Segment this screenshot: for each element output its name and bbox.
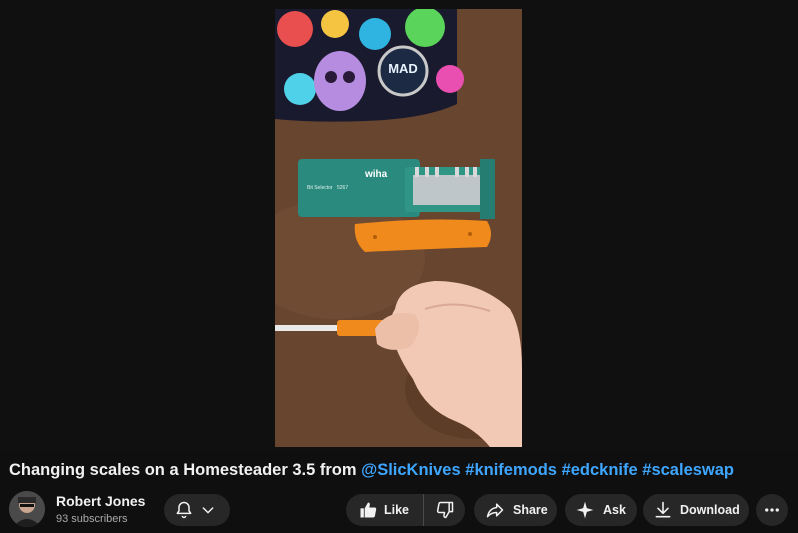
sticker-text: MAD [388, 61, 418, 76]
download-label: Download [680, 503, 740, 517]
share-arrow-icon [486, 503, 504, 518]
like-label: Like [384, 503, 410, 517]
dislike-button[interactable] [424, 494, 465, 526]
channel-name[interactable]: Robert Jones [56, 493, 145, 509]
avatar-image [9, 491, 45, 527]
title-hashtag-link[interactable]: #edcknife [562, 461, 638, 479]
chevron-down-icon [202, 507, 214, 514]
product-brand-text: wiha [364, 169, 388, 180]
bell-icon [176, 501, 192, 519]
video-title-text: Changing scales on a Homesteader 3.5 fro… [9, 461, 362, 479]
share-label: Share [513, 503, 548, 517]
product-code-text: 5267 [337, 185, 348, 191]
product-name-text: Bit Selector [307, 185, 333, 191]
video-title: Changing scales on a Homesteader 3.5 fro… [9, 460, 789, 480]
ask-label: Ask [603, 503, 626, 517]
download-button[interactable]: Download [643, 494, 749, 526]
video-meta-row: Robert Jones 93 subscribers Like Share A… [0, 489, 798, 533]
share-button[interactable]: Share [474, 494, 557, 526]
video-frame[interactable]: MAD wiha Bit Selector 5267 [275, 9, 522, 447]
title-hashtag-link[interactable]: #scaleswap [642, 461, 734, 479]
channel-avatar[interactable] [9, 491, 45, 527]
video-thumbnail-image: MAD wiha Bit Selector 5267 [275, 9, 522, 447]
thumbs-down-icon [436, 501, 453, 519]
notification-bell-button[interactable] [164, 494, 230, 526]
sparkle-icon [576, 501, 594, 519]
subscriber-count: 93 subscribers [56, 513, 128, 525]
like-dislike-group: Like [346, 494, 465, 526]
like-button[interactable]: Like [346, 494, 424, 526]
more-actions-button[interactable] [756, 494, 788, 526]
title-hashtag-link[interactable]: #knifemods [465, 461, 557, 479]
more-vert-icon [765, 508, 779, 512]
title-mention-link[interactable]: @SlicKnives [361, 461, 461, 479]
download-icon [655, 501, 671, 518]
ask-button[interactable]: Ask [565, 494, 637, 526]
video-player[interactable]: MAD wiha Bit Selector 5267 [0, 0, 798, 452]
thumbs-up-icon [360, 502, 377, 518]
